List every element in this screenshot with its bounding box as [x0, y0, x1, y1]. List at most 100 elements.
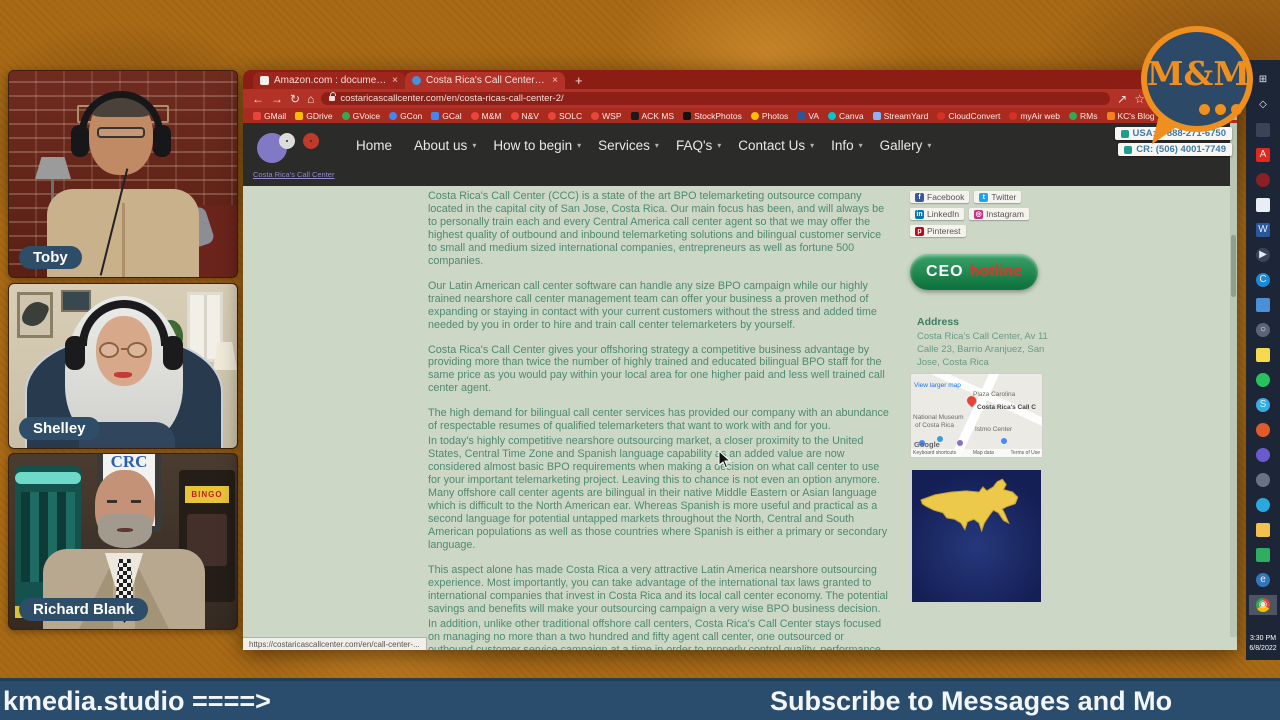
taskbar-app-icon[interactable]: W: [1249, 220, 1277, 240]
share-icon[interactable]: ↗: [1117, 93, 1127, 105]
glasses-bridge: [121, 348, 129, 350]
chevron-down-icon: ▾: [859, 141, 863, 150]
bookmark-favicon: [548, 112, 556, 120]
bookmark-item[interactable]: CloudConvert: [937, 111, 1000, 121]
taskbar-app-icon[interactable]: ◉: [1249, 595, 1277, 615]
address-heading: Address: [917, 316, 1067, 328]
taskbar-app-icon[interactable]: [1249, 195, 1277, 215]
new-tab-button[interactable]: +: [575, 72, 583, 89]
paragraph: The high demand for bilingual call cente…: [428, 407, 890, 433]
windows-taskbar: ⊞ ◇ A: [1246, 60, 1280, 660]
bookmark-favicon: [751, 112, 759, 120]
tab-amazon[interactable]: Amazon.com : document holder ×: [253, 72, 405, 89]
map-attribution: Keyboard shortcuts Map data Terms of Use: [911, 449, 1042, 457]
google-map-embed[interactable]: View larger map Plaza CarolinaCosta Rica…: [910, 373, 1043, 458]
social-icon: t: [979, 193, 988, 202]
taskbar-app-icon[interactable]: [1249, 170, 1277, 190]
bookmark-item[interactable]: RMs: [1069, 111, 1097, 121]
bookmark-item[interactable]: GCon: [389, 111, 422, 121]
nav-item[interactable]: FAQ's▾: [676, 138, 721, 153]
taskbar-app-icon[interactable]: S: [1249, 395, 1277, 415]
chevron-down-icon: ▾: [810, 141, 814, 150]
taskbar-app-icon[interactable]: ⊞: [1249, 70, 1277, 90]
bookmark-favicon: [511, 112, 519, 120]
tab-costa-rica-call-center[interactable]: Costa Rica's Call Center | Costa R ×: [405, 72, 565, 89]
taskbar-clock[interactable]: 3:30 PM 6/8/2022: [1249, 634, 1276, 654]
nav-item[interactable]: Info▾: [831, 138, 863, 153]
taskbar-app-icon[interactable]: e: [1249, 570, 1277, 590]
taskbar-app-icon[interactable]: [1249, 370, 1277, 390]
lower-third-ticker: kmedia.studio ====> Subscribe to Message…: [0, 678, 1280, 720]
bookmark-item[interactable]: M&M: [471, 111, 502, 121]
nav-item[interactable]: Gallery▾: [880, 138, 932, 153]
taskbar-app-icon[interactable]: [1249, 495, 1277, 515]
social-link[interactable]: ◎ Instagram: [969, 208, 1029, 220]
bookmark-favicon: [1107, 112, 1115, 120]
bookmark-item[interactable]: Photos: [751, 111, 788, 121]
participant-name-badge: Toby: [19, 246, 82, 269]
nav-item[interactable]: Contact Us▾: [738, 138, 814, 153]
participant-name-badge: Shelley: [19, 417, 100, 440]
bookmark-favicon: [471, 112, 479, 120]
bookmark-item[interactable]: VA: [797, 111, 819, 121]
taskbar-app-icon[interactable]: ○: [1249, 320, 1277, 340]
taskbar-app-icon[interactable]: [1249, 345, 1277, 365]
paragraph: This aspect alone has made Costa Rica a …: [428, 564, 890, 616]
bookmark-favicon: [591, 112, 599, 120]
social-link[interactable]: f Facebook: [910, 191, 969, 203]
home-button[interactable]: ⌂: [307, 93, 314, 105]
taskbar-app-icon[interactable]: [1249, 470, 1277, 490]
bookmark-item[interactable]: WSP: [591, 111, 621, 121]
taskbar-app-icon[interactable]: [1249, 120, 1277, 140]
taskbar-app-icon[interactable]: [1249, 420, 1277, 440]
nav-item[interactable]: About us▾: [414, 138, 476, 153]
view-larger-map-link[interactable]: View larger map: [914, 382, 961, 389]
bookmark-item[interactable]: N&V: [511, 111, 539, 121]
nav-item[interactable]: Services▾: [598, 138, 659, 153]
bookmark-item[interactable]: GMail: [253, 111, 286, 121]
bookmark-item[interactable]: StreamYard: [873, 111, 929, 121]
taskbar-app-icon[interactable]: [1249, 520, 1277, 540]
scrollbar-thumb[interactable]: [1231, 235, 1236, 297]
bookmark-item[interactable]: StockPhotos: [683, 111, 742, 121]
bookmark-item[interactable]: ACK MS: [631, 111, 675, 121]
taskbar-app-icon[interactable]: ◇: [1249, 95, 1277, 115]
bookmark-favicon: [253, 112, 261, 120]
taskbar-app-icon[interactable]: C: [1249, 270, 1277, 290]
bookmark-item[interactable]: GVoice: [342, 111, 380, 121]
social-link[interactable]: t Twitter: [974, 191, 1021, 203]
bookmark-item[interactable]: GCal: [431, 111, 461, 121]
bookmark-favicon: [683, 112, 691, 120]
bookmark-item[interactable]: Canva: [828, 111, 864, 121]
back-button[interactable]: ←: [252, 93, 264, 105]
taskbar-app-icon[interactable]: [1249, 295, 1277, 315]
tab-close-icon[interactable]: ×: [552, 75, 558, 86]
nav-item[interactable]: Home: [356, 138, 397, 153]
taskbar-app-icon[interactable]: [1249, 445, 1277, 465]
forward-button[interactable]: →: [271, 93, 283, 105]
nav-item[interactable]: How to begin▾: [493, 138, 581, 153]
bookmark-favicon: [1069, 112, 1077, 120]
reload-button[interactable]: ↻: [290, 93, 300, 105]
tab-close-icon[interactable]: ×: [392, 75, 398, 86]
frame-art: [20, 298, 51, 331]
social-link[interactable]: p Pinterest: [910, 225, 966, 237]
bookmark-item[interactable]: GDrive: [295, 111, 332, 121]
page-body-text: Costa Rica's Call Center (CCC) is a stat…: [428, 190, 890, 650]
lips: [114, 372, 132, 378]
ceo-hotline-button[interactable]: CEOhotline: [910, 254, 1038, 290]
bookmark-item[interactable]: SOLC: [548, 111, 582, 121]
page-scrollbar[interactable]: [1230, 123, 1237, 637]
bookmark-item[interactable]: myAir web: [1009, 111, 1060, 121]
taskbar-app-icon[interactable]: ▶: [1249, 245, 1277, 265]
paragraph: Costa Rica's Call Center gives your offs…: [428, 344, 890, 396]
bookmark-item[interactable]: KC's Blog: [1107, 111, 1155, 121]
address-bar[interactable]: costaricascallcenter.com/en/costa-ricas-…: [321, 92, 1110, 105]
taskbar-app-icon[interactable]: A: [1249, 145, 1277, 165]
site-header: Costa Rica's Call Center Home About us▾ …: [243, 123, 1237, 186]
lamp-shade: [35, 157, 71, 179]
social-link[interactable]: in LinkedIn: [910, 208, 964, 220]
site-brand[interactable]: Costa Rica's Call Center: [253, 170, 334, 179]
map-poi-icon: [1001, 438, 1007, 444]
taskbar-app-icon[interactable]: [1249, 545, 1277, 565]
